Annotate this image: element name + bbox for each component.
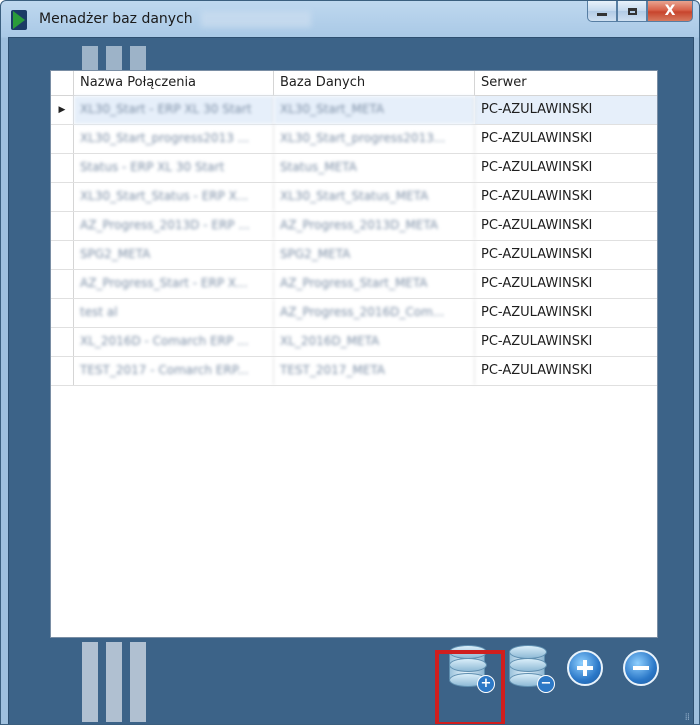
title-obscured-text [201,11,311,27]
close-button[interactable]: X [647,1,693,22]
decorative-bars-top [82,46,146,70]
close-icon: X [664,3,676,19]
grid-header: Nazwa Połączenia Baza Danych Serwer [51,71,657,96]
maximize-button[interactable] [617,1,647,22]
table-row[interactable]: XL30_Start_Status - ERP X... XL30_Start_S… [51,183,657,212]
decorative-bar [106,642,122,722]
cell-connection-name[interactable]: XL_2016D - Comarch ERP ... [74,328,274,356]
cell-server[interactable]: PC-AZULAWINSKI [475,154,657,182]
cell-connection-name[interactable]: XL30_Start_Status - ERP X... [74,183,274,211]
db-disc [509,658,547,672]
cell-connection-name[interactable]: AZ_Progress_Start - ERP X... [74,270,274,298]
cell-connection-name[interactable]: AZ_Progress_2013D - ERP ... [74,212,274,240]
cell-database[interactable]: XL_2016D_META [274,328,475,356]
minimize-icon [597,12,607,16]
cell-database[interactable]: XL30_Start_META [274,96,475,124]
row-header-corner [51,71,74,95]
connections-grid[interactable]: Nazwa Połączenia Baza Danych Serwer ▶ XL3… [50,70,658,638]
cell-server[interactable]: PC-AZULAWINSKI [475,241,657,269]
row-selector[interactable] [51,299,74,327]
database-manager-window: Menadżer baz danych X Nazwa Połączenia B… [0,0,700,725]
cell-server[interactable]: PC-AZULAWINSKI [475,357,657,385]
decorative-bar [130,642,146,722]
cell-server[interactable]: PC-AZULAWINSKI [475,183,657,211]
table-row[interactable]: XL30_Start_progress2013 ... XL30_Start_pr… [51,125,657,154]
maximize-icon [627,7,637,15]
cell-server[interactable]: PC-AZULAWINSKI [475,125,657,153]
table-row[interactable]: ▶ XL30_Start - ERP XL 30 Start XL30_Start_… [51,96,657,125]
table-row[interactable]: XL_2016D - Comarch ERP ... XL_2016D_META P… [51,328,657,357]
table-row[interactable]: Status - ERP XL 30 Start Status_META PC-AZ… [51,154,657,183]
cell-server[interactable]: PC-AZULAWINSKI [475,270,657,298]
minus-circle-icon [633,666,649,670]
column-header-server[interactable]: Serwer [475,71,657,95]
decorative-bar [82,642,98,722]
cell-connection-name[interactable]: TEST_2017 - Comarch ERP... [74,357,274,385]
cell-connection-name[interactable]: SPG2_META [74,241,274,269]
highlight-annotation [435,650,505,724]
cell-server[interactable]: PC-AZULAWINSKI [475,96,657,124]
cell-connection-name[interactable]: XL30_Start_progress2013 ... [74,125,274,153]
cell-database[interactable]: AZ_Progress_2013D_META [274,212,475,240]
row-selector[interactable] [51,125,74,153]
row-selector[interactable] [51,241,74,269]
cell-server[interactable]: PC-AZULAWINSKI [475,212,657,240]
table-row[interactable]: test al AZ_Progress_2016D_Com... PC-AZULAW… [51,299,657,328]
app-icon-arrow [13,11,25,29]
row-selector[interactable] [51,328,74,356]
cell-database[interactable]: AZ_Progress_Start_META [274,270,475,298]
resize-grip-icon[interactable]: ⁞⁞ [685,712,690,723]
decorative-bar [130,46,146,70]
column-header-database[interactable]: Baza Danych [274,71,475,95]
remove-database-button[interactable]: − [505,643,557,695]
minimize-button[interactable] [587,1,617,22]
table-row[interactable]: AZ_Progress_2013D - ERP ... AZ_Progress_2… [51,212,657,241]
title-bar[interactable]: Menadżer baz danych X [1,1,699,37]
plus-circle-icon [577,660,593,676]
cell-connection-name[interactable]: test al [74,299,274,327]
minus-badge-icon: − [537,675,555,693]
cell-database[interactable]: SPG2_META [274,241,475,269]
decorative-bar [82,46,98,70]
row-selector[interactable] [51,357,74,385]
cell-database[interactable]: TEST_2017_META [274,357,475,385]
table-row[interactable]: TEST_2017 - Comarch ERP... TEST_2017_META… [51,357,657,386]
window-controls: X [587,1,693,23]
current-row-arrow-icon: ▶ [58,105,66,115]
cell-database[interactable]: XL30_Start_progress2013... [274,125,475,153]
cell-server[interactable]: PC-AZULAWINSKI [475,328,657,356]
cell-connection-name[interactable]: Status - ERP XL 30 Start [74,154,274,182]
db-disc [509,645,547,659]
table-row[interactable]: SPG2_META SPG2_META PC-AZULAWINSKI [51,241,657,270]
cell-connection-name[interactable]: XL30_Start - ERP XL 30 Start [74,96,274,124]
grid-body: ▶ XL30_Start - ERP XL 30 Start XL30_Start_… [51,96,657,386]
decorative-bars-bottom [82,642,146,722]
row-selector[interactable] [51,183,74,211]
cell-database[interactable]: AZ_Progress_2016D_Com... [274,299,475,327]
cell-server[interactable]: PC-AZULAWINSKI [475,299,657,327]
table-row[interactable]: AZ_Progress_Start - ERP X... AZ_Progress_… [51,270,657,299]
decorative-bar [106,46,122,70]
client-area: Nazwa Połączenia Baza Danych Serwer ▶ XL3… [8,37,694,724]
row-selector[interactable]: ▶ [51,96,74,124]
row-selector[interactable] [51,154,74,182]
row-selector[interactable] [51,270,74,298]
row-selector[interactable] [51,212,74,240]
remove-button[interactable] [623,650,659,686]
add-button[interactable] [567,650,603,686]
column-header-connection-name[interactable]: Nazwa Połączenia [74,71,274,95]
cell-database[interactable]: XL30_Start_Status_META [274,183,475,211]
window-title: Menadżer baz danych [39,11,193,27]
cell-database[interactable]: Status_META [274,154,475,182]
